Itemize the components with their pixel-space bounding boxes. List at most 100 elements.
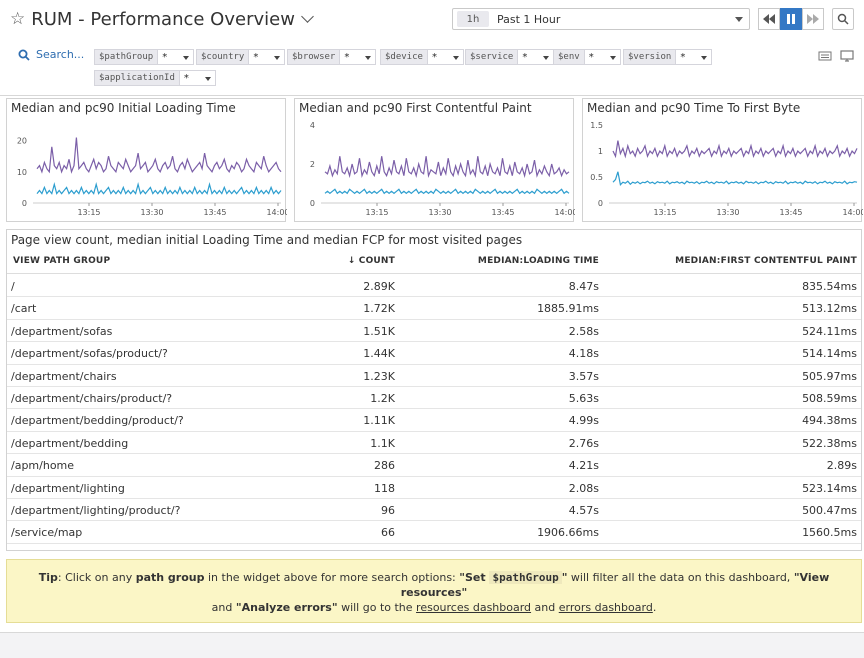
row-path: /department/lighting [11, 481, 125, 495]
tip-area: Tip: Click on any path group in the widg… [0, 551, 864, 632]
template-var-device[interactable]: $device * [380, 49, 464, 65]
column-header-fcp[interactable]: MEDIAN:FIRST CONTENTFUL PAINT [675, 256, 857, 266]
template-var-name: $service [465, 49, 519, 65]
y-tick-label: 20 [17, 137, 27, 146]
median-series-line[interactable] [324, 188, 570, 195]
x-tick-label: 13:15 [77, 208, 100, 217]
median-series-line[interactable] [36, 181, 282, 195]
template-var-country[interactable]: $country * [196, 49, 286, 65]
table-row[interactable]: /department/bedding/product/? 1.11K 4.99s 4… [7, 409, 861, 432]
table-row[interactable]: /department/sofas/product/? 1.44K 4.18s 514… [7, 342, 861, 365]
search-button[interactable]: Search... [18, 48, 84, 61]
tip-text: . [652, 601, 657, 614]
x-tick-label: 13:45 [491, 208, 514, 217]
row-fcp: 505.97ms [802, 369, 857, 383]
template-var-value[interactable]: * [518, 49, 555, 65]
errors-dashboard-link[interactable]: errors dashboard [559, 601, 653, 614]
chevron-down-icon[interactable] [301, 10, 314, 23]
template-var-name: $device [380, 49, 428, 65]
forward-button[interactable] [802, 8, 824, 30]
row-loading-time: 2.58s [568, 324, 599, 338]
row-count: 1.11K [363, 414, 395, 428]
caret-down-icon [735, 17, 743, 22]
tip-bold: path group [135, 571, 205, 584]
rewind-button[interactable] [758, 8, 780, 30]
column-header-loading[interactable]: MEDIAN:LOADING TIME [478, 256, 599, 266]
template-var-value[interactable]: * [340, 49, 377, 65]
tip-text: and [211, 601, 236, 614]
row-loading-time: 3.57s [568, 369, 599, 383]
table-row[interactable]: /cart 1.72K 1885.91ms 513.12ms [7, 297, 861, 320]
template-var-value-text: * [344, 51, 350, 63]
star-icon[interactable]: ☆ [10, 9, 25, 29]
median-series-line[interactable] [612, 171, 858, 187]
table-row[interactable]: /department/chairs 1.23K 3.57s 505.97ms [7, 365, 861, 387]
resources-dashboard-link[interactable]: resources dashboard [416, 601, 531, 614]
table-row[interactable]: /department/bedding 1.1K 2.76s 522.38ms [7, 432, 861, 455]
row-path: /department/lighting/product/? [11, 504, 181, 517]
template-var-value[interactable]: * [249, 49, 286, 65]
row-fcp: 513.12ms [802, 302, 857, 316]
pause-button[interactable] [780, 8, 802, 30]
y-tick-label: 0 [598, 199, 603, 208]
template-var-applicationid[interactable]: $applicationId * [94, 70, 216, 86]
column-header-path[interactable]: VIEW PATH GROUP [13, 256, 110, 266]
x-tick-label: 14:00 [266, 208, 287, 217]
table-row[interactable]: /apm/home 286 4.21s 2.89s [7, 454, 861, 477]
table-row[interactable]: / 2.89K 8.47s 835.54ms [7, 275, 861, 298]
page-title[interactable]: RUM - Performance Overview [31, 9, 295, 30]
pc90-series-line[interactable] [324, 156, 570, 179]
zoom-button[interactable] [832, 8, 854, 30]
x-tick-label: 13:15 [653, 208, 676, 217]
tv-mode-icon[interactable] [840, 50, 854, 62]
template-var-value[interactable]: * [427, 49, 464, 65]
table-row[interactable]: /apm/traces601651.56ms1662.51ms [7, 544, 861, 550]
template-var-name: $version [623, 49, 677, 65]
pc90-series-line[interactable] [36, 137, 282, 174]
caret-down-icon [609, 56, 616, 60]
template-var-browser[interactable]: $browser * [287, 49, 377, 65]
tip-bold: "Analyze errors" [235, 601, 338, 614]
time-range-selector[interactable]: 1h Past 1 Hour [452, 8, 750, 30]
template-var-env[interactable]: $env * [553, 49, 621, 65]
row-count: 66 [381, 526, 395, 540]
dashboard-header: ☆ RUM - Performance Overview 1h Past 1 H… [0, 0, 864, 96]
row-fcp: 2.89s [826, 459, 857, 473]
caret-down-icon [452, 56, 459, 60]
row-path: /department/bedding/product/? [11, 414, 184, 428]
template-var-value[interactable]: * [179, 70, 216, 86]
row-path: /cart [11, 302, 37, 316]
template-var-value[interactable]: * [676, 49, 713, 65]
widget-fcp[interactable]: 0 2 4 13:15 13:30 13:45 14:00 Median and pc90 … [294, 98, 575, 222]
row-count: 1.23K [363, 369, 395, 383]
template-var-value-text: * [162, 51, 168, 63]
row-path: / [11, 280, 15, 293]
x-tick-label: 13:45 [779, 208, 802, 217]
x-tick-label: 14:00 [842, 208, 863, 217]
pc90-series-line[interactable] [612, 140, 858, 159]
column-header-count[interactable]: ↓ COUNT [348, 256, 395, 266]
table-row[interactable]: /department/sofas 1.51K 2.58s 524.11ms [7, 320, 861, 343]
table-row[interactable]: /department/chairs/product/? 1.2K 5.63s 508… [7, 387, 861, 410]
magnifier-icon [837, 13, 849, 25]
keyboard-icon[interactable] [818, 50, 832, 62]
fcp-chart: 0 2 4 13:15 13:30 13:45 14:00 [310, 121, 575, 217]
widget-loading-time[interactable]: 0 10 20 13:15 13:30 13:45 14:00 Median and pc9… [6, 98, 287, 222]
tip-label: Tip [38, 571, 58, 584]
table-row[interactable]: /department/lighting 118 2.08s 523.14ms [7, 477, 861, 499]
template-var-value[interactable]: * [158, 49, 195, 65]
row-path: /service/map [11, 526, 83, 540]
tip-text: in the widget above for more search opti… [204, 571, 460, 584]
table-row[interactable]: /department/lighting/product/? 96 4.57s 500… [7, 499, 861, 522]
tip-note: Tip: Click on any path group in the widg… [6, 559, 862, 623]
widget-ttfb[interactable]: 0 0.5 1 1.5 13:15 13:30 13:45 14:00 Median and … [582, 98, 863, 222]
template-var-value[interactable]: * [584, 49, 621, 65]
row-fcp: 508.59ms [802, 392, 857, 405]
table-row[interactable]: /service/map 66 1906.66ms 1560.5ms [7, 521, 861, 544]
x-tick-label: 13:45 [203, 208, 226, 217]
row-path: /department/sofas/product/? [11, 347, 168, 361]
template-var-pathgroup[interactable]: $pathGroup * [94, 49, 195, 65]
tip-code: $pathGroup [489, 571, 562, 584]
template-var-version[interactable]: $version * [623, 49, 713, 65]
template-var-service[interactable]: $service * [465, 49, 555, 65]
